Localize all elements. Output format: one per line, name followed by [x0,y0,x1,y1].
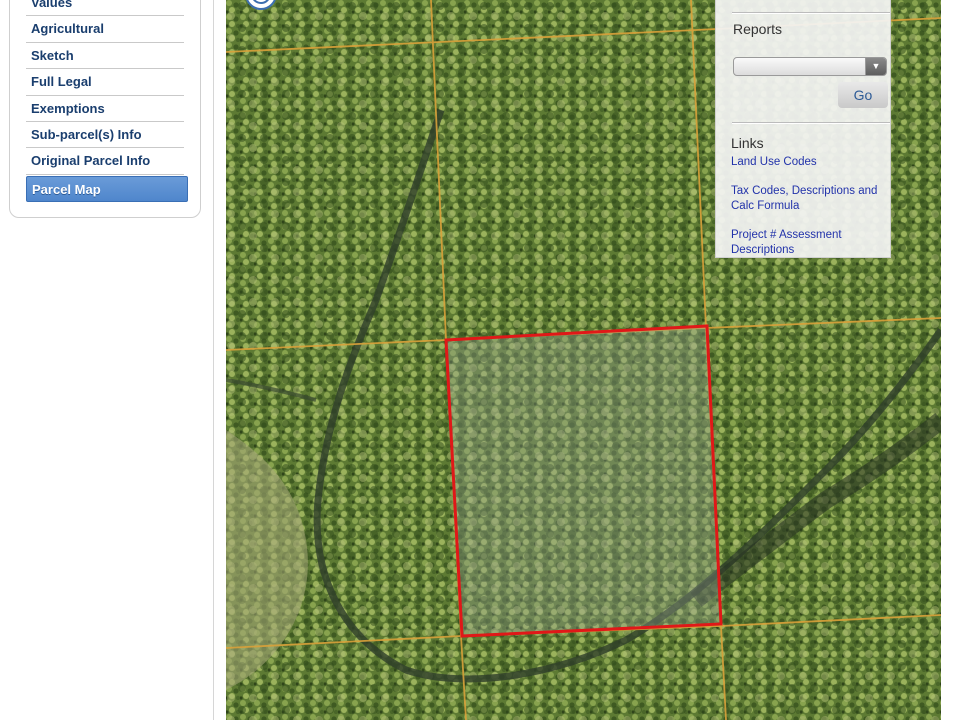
reports-links-panel: Reports ▼ Go Links Land Use Codes Tax Co… [715,0,891,258]
reports-dropdown[interactable]: ▼ [733,57,887,76]
parcel-info-nav: Values Agricultural Sketch Full Legal Ex… [26,0,188,202]
nav-item-sketch[interactable]: Sketch [26,43,184,70]
nav-item-parcel-map[interactable]: Parcel Map [26,175,188,202]
links-heading: Links [731,135,764,151]
dropdown-arrow-icon[interactable]: ▼ [865,58,886,75]
divider [732,122,890,124]
left-navigation-column: Values Agricultural Sketch Full Legal Ex… [0,0,214,720]
nav-item-exemptions[interactable]: Exemptions [26,96,184,122]
selected-parcel-outline [444,324,723,638]
link-project-assessment-descriptions[interactable]: Project # Assessment Descriptions [731,228,887,258]
nav-item-agricultural[interactable]: Agricultural [26,16,184,43]
divider [732,12,890,14]
nav-item-original-parcel-info[interactable]: Original Parcel Info [26,148,184,175]
reports-heading: Reports [733,21,783,37]
nav-item-full-legal[interactable]: Full Legal [26,69,184,96]
go-button[interactable]: Go [838,82,888,108]
nav-item-sub-parcels-info[interactable]: Sub-parcel(s) Info [26,122,184,149]
link-land-use-codes[interactable]: Land Use Codes [731,155,887,170]
link-tax-codes[interactable]: Tax Codes, Descriptions and Calc Formula [731,184,887,214]
nav-item-values[interactable]: Values [26,0,184,17]
map-navigation-icon[interactable] [244,0,278,10]
